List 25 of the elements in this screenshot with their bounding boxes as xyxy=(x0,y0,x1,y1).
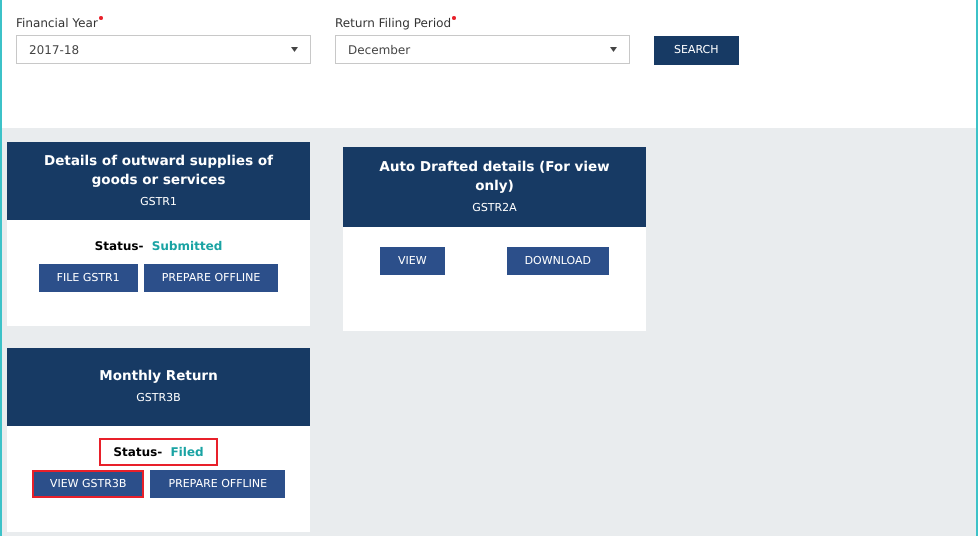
card-title: Auto Drafted details (For view only) xyxy=(378,158,611,196)
card-code: GSTR3B xyxy=(136,390,181,406)
status-label: Status- xyxy=(113,445,162,459)
card-code: GSTR1 xyxy=(140,194,177,210)
action-button[interactable]: PREPARE OFFLINE xyxy=(144,264,278,292)
action-button[interactable]: FILE GSTR1 xyxy=(38,264,138,292)
action-button[interactable]: PREPARE OFFLINE xyxy=(150,470,286,498)
search-button[interactable]: SEARCH xyxy=(654,36,739,65)
caret-icon xyxy=(610,47,617,52)
select-field[interactable]: December xyxy=(335,35,630,64)
action-button[interactable]: DOWNLOAD xyxy=(506,247,609,275)
action-button[interactable]: VIEW xyxy=(380,247,445,275)
action-button[interactable]: VIEW GSTR3B xyxy=(32,470,144,498)
status-label: Status- xyxy=(94,239,144,253)
card-title: Details of outward supplies of goods or services xyxy=(43,152,274,190)
status-value: Submitted xyxy=(152,239,222,253)
select-value: 2017-18 xyxy=(29,42,80,58)
card-title: Monthly Return xyxy=(98,367,219,386)
select-value: December xyxy=(348,42,410,58)
card-code: GSTR2A xyxy=(472,200,517,216)
field-label: Return Filing Period xyxy=(335,14,630,32)
status-value: Filed xyxy=(170,445,204,459)
field-label: Financial Year xyxy=(16,14,311,32)
select-field[interactable]: 2017-18 xyxy=(16,35,311,64)
caret-icon xyxy=(291,47,298,52)
